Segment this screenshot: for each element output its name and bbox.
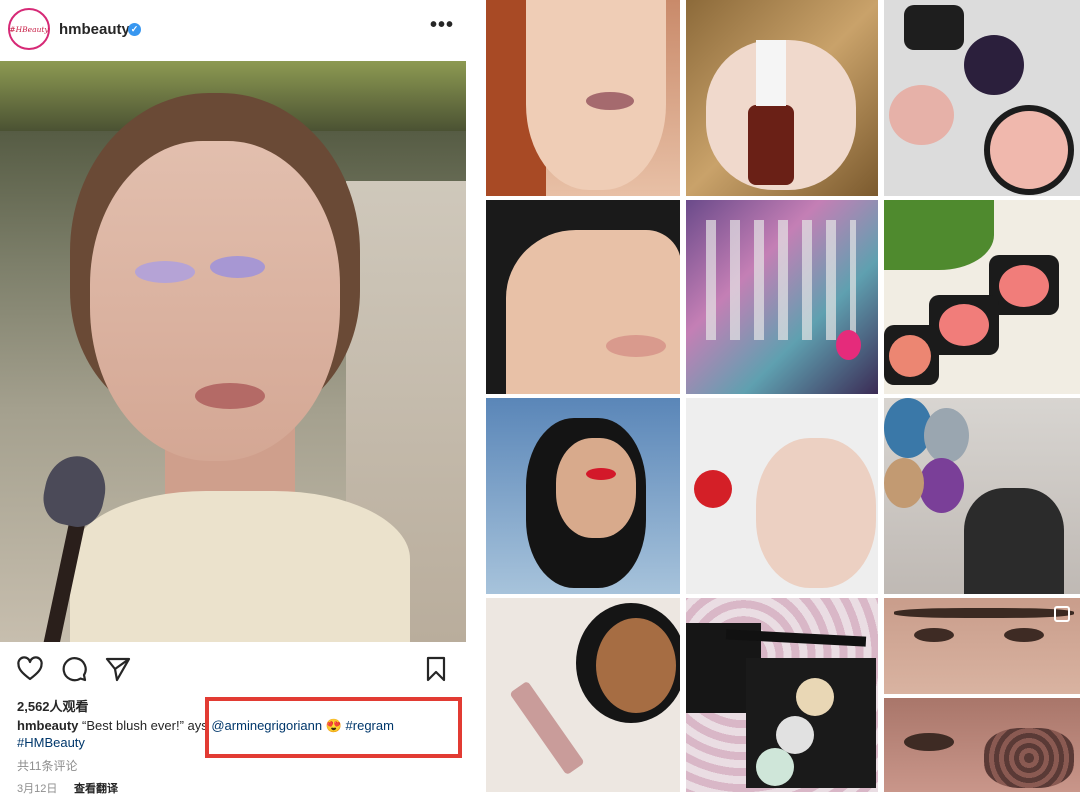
balloon	[919, 458, 964, 513]
person	[964, 488, 1064, 594]
send-icon[interactable]	[104, 655, 132, 683]
grid-tile-bronzer-compact[interactable]	[486, 598, 680, 792]
grid-tile-pink-blush-palettes[interactable]	[884, 200, 1080, 394]
grid-tile-winged-eyeliner-portrait[interactable]	[486, 200, 680, 394]
comment-icon[interactable]	[60, 655, 88, 683]
lips	[586, 92, 634, 110]
compact	[984, 105, 1074, 195]
grid-tile-eyeshadow-palette[interactable]	[686, 598, 878, 792]
grid-tile-red-nail-polish[interactable]	[686, 0, 878, 196]
caption-text: “Best blush ever!”	[78, 718, 188, 733]
sponge	[836, 330, 861, 360]
glitter-nails	[984, 728, 1074, 788]
grid-tile-nail-art-hand[interactable]	[686, 398, 878, 594]
hand	[756, 438, 876, 588]
see-translation-link[interactable]: 查看翻译	[74, 780, 118, 796]
blush-pan	[939, 304, 989, 346]
lips	[606, 335, 666, 357]
multiple-images-icon	[1054, 606, 1070, 622]
eye	[904, 733, 954, 751]
compact	[904, 5, 964, 50]
grid-tile-red-lips-portrait[interactable]	[486, 398, 680, 594]
post-actions	[0, 655, 476, 685]
compact	[889, 85, 954, 145]
grid-tile-glitter-nails-closeup[interactable]	[884, 698, 1080, 792]
model-eyeshadow-left	[135, 261, 195, 283]
view-comments-link[interactable]: 共11条评论	[17, 757, 77, 774]
image-grid	[486, 0, 1080, 792]
blush-pan	[889, 335, 931, 377]
eye	[1004, 628, 1044, 642]
shadow-pan	[796, 678, 834, 716]
shadow-pan	[756, 748, 794, 786]
instagram-post: #HBeauty hmbeauty ✓ ••• 2,562人观看 hmbeaut…	[0, 0, 476, 795]
heart-icon[interactable]	[16, 655, 44, 683]
polish-cap	[756, 40, 786, 106]
grid-tile-balloons-room[interactable]	[884, 398, 1080, 594]
avatar[interactable]: #HBeauty	[8, 8, 50, 50]
highlight-annotation-box	[205, 697, 462, 758]
model-lips	[195, 383, 265, 409]
bookmark-icon[interactable]	[422, 655, 450, 683]
red-polish-bottle	[694, 470, 732, 508]
post-date: 3月12日	[17, 783, 58, 795]
eye	[914, 628, 954, 642]
verified-badge-icon: ✓	[128, 23, 141, 36]
grid-tile-redhead-portrait[interactable]	[486, 0, 680, 196]
grid-tile-blush-compacts[interactable]	[884, 0, 1080, 196]
avatar-logo-text: #HBeauty	[9, 12, 49, 46]
bronzer-pan	[596, 618, 676, 713]
blush-pan	[999, 265, 1049, 307]
caption-username[interactable]: hmbeauty	[17, 718, 78, 733]
red-lips	[586, 468, 616, 480]
post-image[interactable]	[0, 61, 466, 642]
balloon	[924, 408, 969, 463]
face	[556, 438, 636, 538]
balloon	[884, 458, 924, 508]
greenery	[884, 200, 994, 270]
username[interactable]: hmbeauty	[59, 21, 130, 38]
more-options-icon[interactable]: •••	[430, 14, 454, 37]
hashtag-hmbeauty-link[interactable]: #HMBeauty	[17, 735, 85, 750]
model-face	[90, 141, 340, 461]
compact	[964, 35, 1024, 95]
grid-tile-makeup-brush-kit[interactable]	[686, 200, 878, 394]
model-turtleneck	[70, 491, 410, 642]
face	[506, 230, 680, 394]
view-count: 2,562人观看	[17, 699, 89, 714]
model-eyeshadow-right	[210, 256, 265, 278]
lipstick	[509, 680, 585, 776]
brushes	[706, 220, 856, 340]
post-header: #HBeauty hmbeauty ✓ •••	[0, 0, 476, 60]
grid-tile-eye-makeup-closeup[interactable]	[884, 598, 1080, 694]
eyebrows	[894, 608, 1074, 618]
polish-bottle	[748, 105, 794, 185]
